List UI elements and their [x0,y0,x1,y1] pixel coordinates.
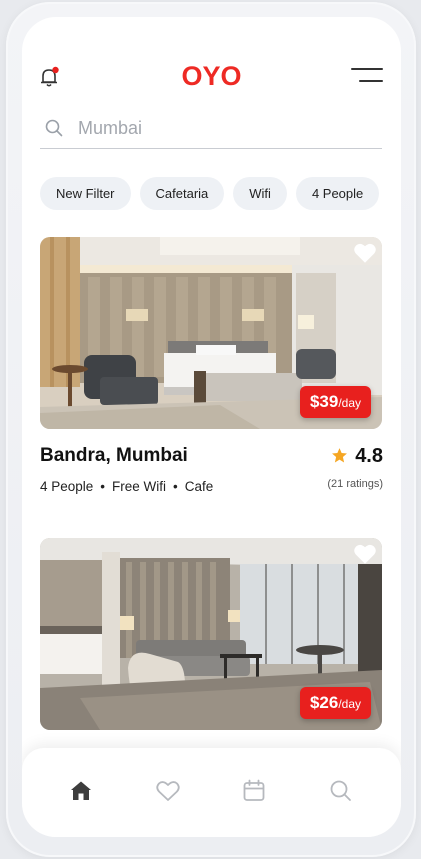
price-amount: $39 [309,392,339,411]
oyo-logo: OYO [181,61,242,91]
price-unit: /day [338,396,361,410]
bottom-navigation [22,748,401,837]
search-bar [40,113,382,149]
filter-chip-cafetaria[interactable]: Cafetaria [139,177,225,210]
listing-image[interactable]: $26/day [40,538,382,730]
feature-cafe: Cafe [184,479,214,494]
price-amount: $26 [309,693,339,712]
price-tag: $39/day [299,386,371,418]
app-screen: OYO New FilterCafetariaWifi4 People [22,17,401,837]
search-input[interactable] [78,113,368,143]
ratings-count: (21 ratings) [327,478,383,490]
search-icon [45,119,63,137]
filter-chip-new-filter[interactable]: New Filter [40,177,131,210]
price-unit: /day [338,697,361,711]
menu-line-bottom [359,80,383,82]
heart-icon[interactable] [155,778,181,804]
listing-image[interactable]: $39/day [40,237,382,429]
star-icon [332,448,348,463]
filter-chips: New Filter Cafetaria Wifi 4 People [40,177,388,211]
filter-chip-wifi[interactable]: Wifi [233,177,287,210]
search-icon[interactable] [328,778,354,804]
filter-chip-4-people[interactable]: 4 People [295,177,380,210]
feature-people: 4 People [40,479,94,494]
feature-wifi: Free Wifi [112,479,167,494]
menu-icon[interactable] [351,68,383,88]
home-icon[interactable] [68,778,94,804]
separator-dot: • [173,479,178,494]
price-tag: $26/day [299,687,371,719]
rating-value: 4.8 [355,445,383,467]
separator-dot: • [100,479,106,494]
listing-features: 4 People • Free Wifi • Cafe [40,479,213,494]
calendar-icon[interactable] [241,778,267,804]
favorite-heart-icon[interactable] [354,243,376,263]
listing-title[interactable]: Bandra, Mumbai [40,445,188,467]
listing-rating: 4.8 [331,445,383,467]
favorite-heart-icon[interactable] [354,544,376,564]
menu-line-top [351,68,383,70]
